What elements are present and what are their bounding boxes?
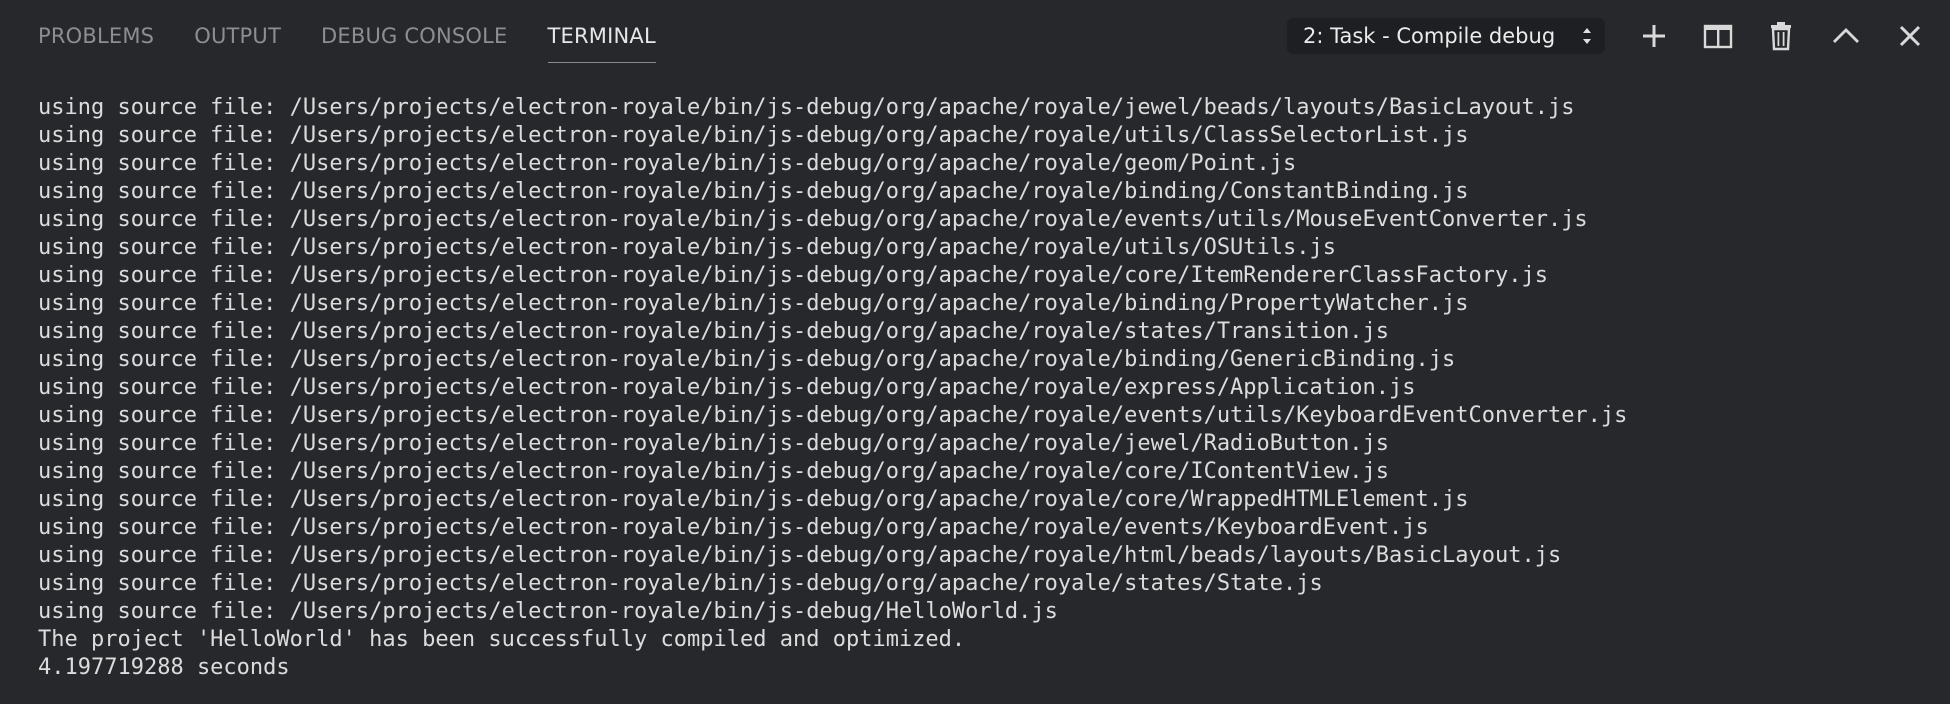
terminal-line: using source file: /Users/projects/elect… — [38, 123, 1469, 148]
terminal-line: using source file: /Users/projects/elect… — [38, 95, 1575, 120]
terminal-line: using source file: /Users/projects/elect… — [38, 179, 1469, 204]
terminal-line: using source file: /Users/projects/elect… — [38, 571, 1323, 596]
terminal-line: using source file: /Users/projects/elect… — [38, 403, 1628, 428]
new-terminal-button[interactable] — [1636, 18, 1672, 54]
chevron-up-icon — [1828, 18, 1864, 54]
terminal-line: using source file: /Users/projects/elect… — [38, 487, 1469, 512]
terminal-line: using source file: /Users/projects/elect… — [38, 291, 1469, 316]
terminal-line: using source file: /Users/projects/elect… — [38, 319, 1390, 344]
tab-terminal[interactable]: TERMINAL — [547, 0, 657, 72]
terminal-line: using source file: /Users/projects/elect… — [38, 431, 1390, 456]
terminal-line: using source file: /Users/projects/elect… — [38, 263, 1548, 288]
terminal-line: using source file: /Users/projects/elect… — [38, 515, 1429, 540]
terminal-line: using source file: /Users/projects/elect… — [38, 347, 1456, 372]
terminal-task-select[interactable]: 2: Task - Compile debug — [1287, 18, 1605, 54]
tab-debug-console[interactable]: DEBUG CONSOLE — [321, 0, 508, 72]
close-panel-button[interactable] — [1892, 18, 1928, 54]
tab-problems[interactable]: PROBLEMS — [38, 0, 154, 72]
split-terminal-button[interactable] — [1700, 18, 1736, 54]
kill-terminal-button[interactable] — [1763, 18, 1799, 54]
maximize-panel-button[interactable] — [1828, 18, 1864, 54]
terminal-line: using source file: /Users/projects/elect… — [38, 459, 1390, 484]
panel-tab-bar: PROBLEMS OUTPUT DEBUG CONSOLE TERMINAL 2… — [0, 0, 1950, 72]
plus-icon — [1636, 18, 1672, 54]
terminal-line: The project 'HelloWorld' has been succes… — [38, 627, 966, 652]
task-select-value: 2: Task - Compile debug — [1303, 24, 1556, 48]
terminal-panel: PROBLEMS OUTPUT DEBUG CONSOLE TERMINAL 2… — [0, 0, 1950, 704]
trash-icon — [1763, 18, 1799, 54]
split-icon — [1700, 18, 1736, 54]
tab-output[interactable]: OUTPUT — [194, 0, 281, 72]
terminal-line: using source file: /Users/projects/elect… — [38, 235, 1337, 260]
terminal-line: using source file: /Users/projects/elect… — [38, 151, 1297, 176]
close-icon — [1892, 18, 1928, 54]
terminal-line: using source file: /Users/projects/elect… — [38, 207, 1588, 232]
terminal-line: 4.197719288 seconds — [38, 655, 290, 680]
terminal-line: using source file: /Users/projects/elect… — [38, 599, 1058, 624]
select-arrows-icon — [1581, 18, 1593, 54]
terminal-line: using source file: /Users/projects/elect… — [38, 375, 1416, 400]
panel-tabs: PROBLEMS OUTPUT DEBUG CONSOLE TERMINAL — [38, 0, 696, 72]
terminal-output[interactable]: using source file: /Users/projects/elect… — [38, 94, 1918, 682]
terminal-line: using source file: /Users/projects/elect… — [38, 543, 1562, 568]
